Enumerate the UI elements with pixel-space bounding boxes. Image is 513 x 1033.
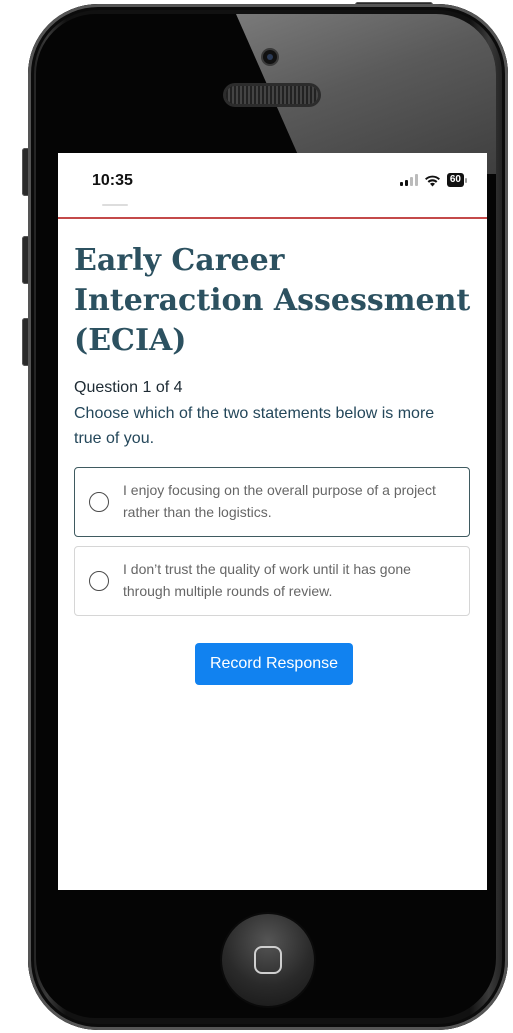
home-square-icon [254,946,282,974]
assessment-content: Early Career Interaction Assessment (ECI… [74,241,474,685]
status-icons: 60 [399,173,467,187]
question-counter: Question 1 of 4 [74,379,183,396]
record-response-button[interactable]: Record Response [194,643,354,685]
question-prompt: Choose which of the two statements below… [74,405,435,447]
phone-screen: 10:35 60 Early Career Interaction Assess… [58,153,487,890]
answer-option-1[interactable]: I enjoy focusing on the overall purpose … [74,467,470,537]
wifi-icon [424,175,440,186]
answer-options: I enjoy focusing on the overall purpose … [74,467,474,616]
page-title: Early Career Interaction Assessment (ECI… [74,243,471,358]
battery-level: 60 [446,173,464,187]
earpiece-speaker [226,86,318,104]
answer-option-text: I don’t trust the quality of work until … [123,561,411,599]
home-button[interactable] [222,914,314,1006]
front-camera-icon [263,50,277,64]
radio-button-icon[interactable] [89,492,109,512]
cellular-signal-icon [399,174,418,186]
answer-option-text: I enjoy focusing on the overall purpose … [123,482,436,520]
browser-handle [102,204,128,206]
battery-icon: 60 [446,173,467,187]
device-mockup: 10:35 60 Early Career Interaction Assess… [0,0,513,1033]
status-bar: 10:35 60 [58,153,487,219]
answer-option-2[interactable]: I don’t trust the quality of work until … [74,546,470,616]
submit-row: Record Response [74,643,474,685]
status-time: 10:35 [92,172,133,189]
radio-button-icon[interactable] [89,571,109,591]
